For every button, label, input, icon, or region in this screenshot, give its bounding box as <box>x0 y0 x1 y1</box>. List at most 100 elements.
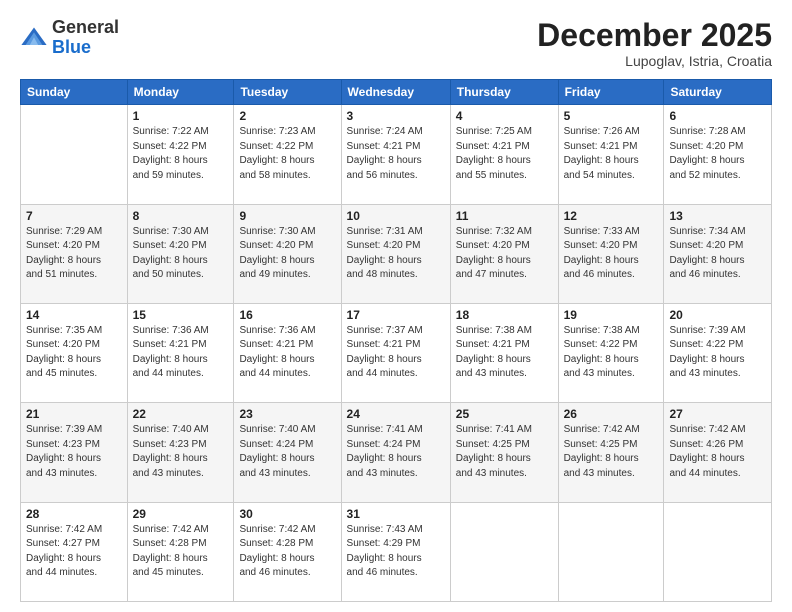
day-number: 24 <box>347 407 445 421</box>
day-cell: 31 Sunrise: 7:43 AM Sunset: 4:29 PM Dayli… <box>341 502 450 601</box>
day-number: 28 <box>26 507 122 521</box>
weekday-header-thursday: Thursday <box>450 80 558 105</box>
day-info: Sunrise: 7:36 AM Sunset: 4:21 PM Dayligh… <box>133 324 229 382</box>
day-cell: 23 Sunrise: 7:40 AM Sunset: 4:24 PM Dayli… <box>234 403 341 502</box>
day-number: 1 <box>133 109 229 123</box>
day-cell: 12 Sunrise: 7:33 AM Sunset: 4:20 PM Dayli… <box>558 204 664 303</box>
day-info: Sunrise: 7:32 AM Sunset: 4:20 PM Dayligh… <box>456 225 553 283</box>
day-number: 22 <box>133 407 229 421</box>
day-info: Sunrise: 7:41 AM Sunset: 4:24 PM Dayligh… <box>347 423 445 481</box>
day-info: Sunrise: 7:33 AM Sunset: 4:20 PM Dayligh… <box>564 225 659 283</box>
day-number: 12 <box>564 209 659 223</box>
title-block: December 2025 Lupoglav, Istria, Croatia <box>537 18 772 69</box>
location: Lupoglav, Istria, Croatia <box>537 53 772 69</box>
weekday-header-sunday: Sunday <box>21 80 128 105</box>
day-cell: 29 Sunrise: 7:42 AM Sunset: 4:28 PM Dayli… <box>127 502 234 601</box>
day-info: Sunrise: 7:40 AM Sunset: 4:24 PM Dayligh… <box>239 423 335 481</box>
day-info: Sunrise: 7:30 AM Sunset: 4:20 PM Dayligh… <box>239 225 335 283</box>
day-number: 14 <box>26 308 122 322</box>
day-number: 16 <box>239 308 335 322</box>
day-number: 13 <box>669 209 766 223</box>
day-cell: 8Sunrise: 7:30 AM Sunset: 4:20 PM Daylig… <box>127 204 234 303</box>
day-cell: 13Sunrise: 7:34 AM Sunset: 4:20 PM Dayli… <box>664 204 772 303</box>
day-number: 11 <box>456 209 553 223</box>
day-info: Sunrise: 7:36 AM Sunset: 4:21 PM Dayligh… <box>239 324 335 382</box>
day-number: 18 <box>456 308 553 322</box>
day-info: Sunrise: 7:25 AM Sunset: 4:21 PM Dayligh… <box>456 125 553 183</box>
day-info: Sunrise: 7:42 AM Sunset: 4:28 PM Dayligh… <box>133 523 229 581</box>
weekday-header-tuesday: Tuesday <box>234 80 341 105</box>
day-cell: 16 Sunrise: 7:36 AM Sunset: 4:21 PM Dayli… <box>234 303 341 402</box>
day-number: 10 <box>347 209 445 223</box>
day-info: Sunrise: 7:24 AM Sunset: 4:21 PM Dayligh… <box>347 125 445 183</box>
day-number: 7 <box>26 209 122 223</box>
day-number: 27 <box>669 407 766 421</box>
header: General Blue December 2025 Lupoglav, Ist… <box>20 18 772 69</box>
logo: General Blue <box>20 18 119 58</box>
day-cell: 24 Sunrise: 7:41 AM Sunset: 4:24 PM Dayli… <box>341 403 450 502</box>
day-cell: 19 Sunrise: 7:38 AM Sunset: 4:22 PM Dayli… <box>558 303 664 402</box>
day-number: 4 <box>456 109 553 123</box>
day-number: 19 <box>564 308 659 322</box>
week-row-2: 7 Sunrise: 7:29 AM Sunset: 4:20 PM Daylig… <box>21 204 772 303</box>
day-cell: 20 Sunrise: 7:39 AM Sunset: 4:22 PM Dayli… <box>664 303 772 402</box>
weekday-header-wednesday: Wednesday <box>341 80 450 105</box>
day-number: 21 <box>26 407 122 421</box>
week-row-3: 14 Sunrise: 7:35 AM Sunset: 4:20 PM Dayli… <box>21 303 772 402</box>
day-cell: 15 Sunrise: 7:36 AM Sunset: 4:21 PM Dayli… <box>127 303 234 402</box>
day-cell <box>21 105 128 204</box>
day-cell: 10 Sunrise: 7:31 AM Sunset: 4:20 PM Dayli… <box>341 204 450 303</box>
week-row-4: 21 Sunrise: 7:39 AM Sunset: 4:23 PM Dayli… <box>21 403 772 502</box>
day-info: Sunrise: 7:39 AM Sunset: 4:23 PM Dayligh… <box>26 423 122 481</box>
day-info: Sunrise: 7:42 AM Sunset: 4:28 PM Dayligh… <box>239 523 335 581</box>
day-info: Sunrise: 7:40 AM Sunset: 4:23 PM Dayligh… <box>133 423 229 481</box>
day-info: Sunrise: 7:23 AM Sunset: 4:22 PM Dayligh… <box>239 125 335 183</box>
month-title: December 2025 <box>537 18 772 53</box>
day-info: Sunrise: 7:43 AM Sunset: 4:29 PM Dayligh… <box>347 523 445 581</box>
day-info: Sunrise: 7:29 AM Sunset: 4:20 PM Dayligh… <box>26 225 122 283</box>
day-info: Sunrise: 7:30 AM Sunset: 4:20 PM Dayligh… <box>133 225 229 283</box>
day-number: 9 <box>239 209 335 223</box>
day-cell: 14 Sunrise: 7:35 AM Sunset: 4:20 PM Dayli… <box>21 303 128 402</box>
week-row-5: 28 Sunrise: 7:42 AM Sunset: 4:27 PM Dayli… <box>21 502 772 601</box>
day-cell: 18Sunrise: 7:38 AM Sunset: 4:21 PM Dayli… <box>450 303 558 402</box>
page: General Blue December 2025 Lupoglav, Ist… <box>0 0 792 612</box>
weekday-header-row: SundayMondayTuesdayWednesdayThursdayFrid… <box>21 80 772 105</box>
week-row-1: 1Sunrise: 7:22 AM Sunset: 4:22 PM Daylig… <box>21 105 772 204</box>
day-info: Sunrise: 7:38 AM Sunset: 4:22 PM Dayligh… <box>564 324 659 382</box>
weekday-header-monday: Monday <box>127 80 234 105</box>
day-number: 25 <box>456 407 553 421</box>
day-info: Sunrise: 7:39 AM Sunset: 4:22 PM Dayligh… <box>669 324 766 382</box>
day-cell: 30 Sunrise: 7:42 AM Sunset: 4:28 PM Dayli… <box>234 502 341 601</box>
logo-blue-text: Blue <box>52 37 91 57</box>
day-info: Sunrise: 7:41 AM Sunset: 4:25 PM Dayligh… <box>456 423 553 481</box>
day-cell: 27 Sunrise: 7:42 AM Sunset: 4:26 PM Dayli… <box>664 403 772 502</box>
day-info: Sunrise: 7:42 AM Sunset: 4:25 PM Dayligh… <box>564 423 659 481</box>
day-number: 23 <box>239 407 335 421</box>
day-number: 29 <box>133 507 229 521</box>
day-number: 31 <box>347 507 445 521</box>
day-number: 17 <box>347 308 445 322</box>
day-info: Sunrise: 7:31 AM Sunset: 4:20 PM Dayligh… <box>347 225 445 283</box>
day-cell: 3 Sunrise: 7:24 AM Sunset: 4:21 PM Daylig… <box>341 105 450 204</box>
day-number: 20 <box>669 308 766 322</box>
day-cell: 11 Sunrise: 7:32 AM Sunset: 4:20 PM Dayli… <box>450 204 558 303</box>
day-info: Sunrise: 7:42 AM Sunset: 4:27 PM Dayligh… <box>26 523 122 581</box>
logo-icon <box>20 24 48 52</box>
day-number: 2 <box>239 109 335 123</box>
day-number: 15 <box>133 308 229 322</box>
day-info: Sunrise: 7:26 AM Sunset: 4:21 PM Dayligh… <box>564 125 659 183</box>
day-cell: 6Sunrise: 7:28 AM Sunset: 4:20 PM Daylig… <box>664 105 772 204</box>
day-cell: 9 Sunrise: 7:30 AM Sunset: 4:20 PM Daylig… <box>234 204 341 303</box>
day-number: 26 <box>564 407 659 421</box>
day-cell <box>558 502 664 601</box>
day-cell: 21 Sunrise: 7:39 AM Sunset: 4:23 PM Dayli… <box>21 403 128 502</box>
day-number: 30 <box>239 507 335 521</box>
day-cell: 26 Sunrise: 7:42 AM Sunset: 4:25 PM Dayli… <box>558 403 664 502</box>
day-number: 3 <box>347 109 445 123</box>
day-info: Sunrise: 7:42 AM Sunset: 4:26 PM Dayligh… <box>669 423 766 481</box>
calendar-table: SundayMondayTuesdayWednesdayThursdayFrid… <box>20 79 772 602</box>
day-cell: 17Sunrise: 7:37 AM Sunset: 4:21 PM Dayli… <box>341 303 450 402</box>
day-cell <box>450 502 558 601</box>
day-info: Sunrise: 7:35 AM Sunset: 4:20 PM Dayligh… <box>26 324 122 382</box>
